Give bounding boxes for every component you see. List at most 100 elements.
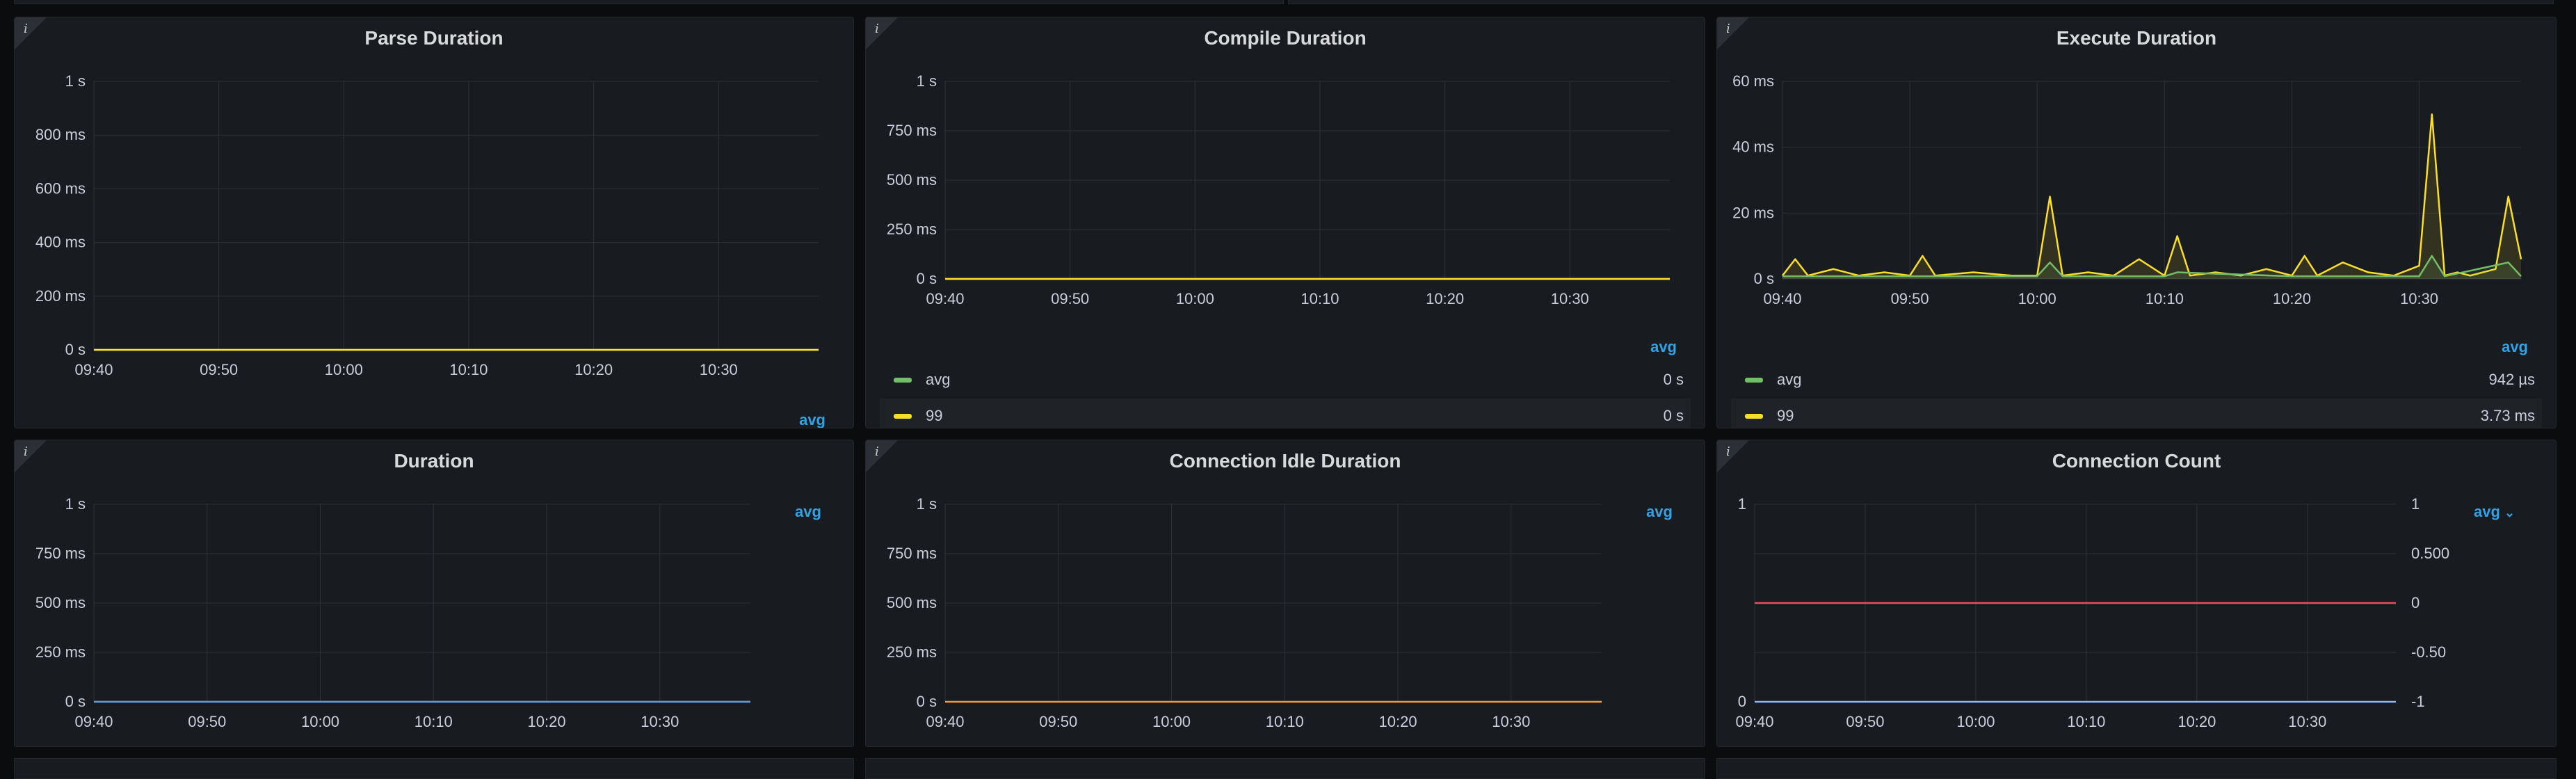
x-tick-label: 09:40 [74, 713, 113, 730]
panel-below-1 [14, 758, 854, 779]
y-tick-label: 60 ms [1732, 72, 1774, 90]
y-tick-label-right: -1 [2411, 693, 2425, 710]
panel-execute-duration[interactable]: i Execute Duration 0 s 20 ms 40 ms 60 ms 09:… [1716, 17, 2557, 428]
legend-sort-avg[interactable]: avg [1646, 503, 1673, 521]
x-tick-label: 10:10 [2067, 713, 2105, 730]
x-tick-label: 10:10 [1266, 713, 1304, 730]
panel-below-3 [1716, 758, 2557, 779]
chart-svg: 0 s 250 ms 500 ms 750 ms 1 s 09:40 09:50 10:00 1… [35, 495, 750, 730]
legend-series-name: avg [926, 371, 951, 388]
x-tick-label: 09:50 [1891, 290, 1929, 307]
y-tick-label: 250 ms [35, 643, 86, 661]
legend-swatch [894, 413, 912, 419]
x-tick-label: 10:20 [1379, 713, 1417, 730]
y-tick-label: 750 ms [887, 122, 937, 139]
chart-svg: 0 s 250 ms 500 ms 750 ms 1 s 09:40 09:50 10:00 1… [887, 495, 1602, 730]
legend-series-value: 3.73 ms [2480, 407, 2535, 424]
y-tick-label: 0 s [917, 270, 937, 287]
y-tick-label: 500 ms [887, 171, 937, 188]
y-tick-label-right: 0 [2411, 594, 2420, 611]
panel-compile-duration[interactable]: i Compile Duration 0 s 250 ms 500 ms 750 ms… [865, 17, 1705, 428]
duration-chart[interactable]: 0 s 250 ms 500 ms 750 ms 1 s 09:40 09:50 10:00 1… [15, 440, 853, 746]
y-tick-label: 0 s [65, 693, 86, 710]
legend-sort-avg[interactable]: avg ⌄ [2474, 503, 2515, 521]
legend-sort-label: avg [2474, 503, 2500, 520]
x-tick-label: 10:00 [1176, 290, 1214, 307]
legend-row-99[interactable]: 99 0 s [880, 399, 1691, 428]
x-tick-label: 10:00 [2018, 290, 2056, 307]
x-tick-label: 10:10 [1301, 290, 1339, 307]
x-tick-label: 10:20 [1426, 290, 1464, 307]
x-tick-label: 10:30 [2400, 290, 2438, 307]
x-tick-label: 09:50 [1051, 290, 1089, 307]
legend-row-avg[interactable]: avg 942 µs [1731, 362, 2542, 397]
y-tick-label: 0 s [1754, 270, 1774, 287]
chevron-down-icon: ⌄ [2504, 506, 2515, 520]
y-tick-label: 1 [1738, 495, 1746, 513]
legend-row-99[interactable]: 99 3.73 ms [1731, 399, 2542, 428]
connection-count-chart[interactable]: 0 1 -1 -0.50 0 0.500 1 09:40 09:50 10:00 10:10 10:2… [1717, 440, 2556, 746]
panel-above-left [14, 0, 1284, 4]
parse-duration-chart[interactable]: 0 s 200 ms 400 ms 600 ms 800 ms 1 s 09:40 09:50… [15, 17, 853, 428]
panel-above-right [1288, 0, 2554, 4]
legend-series-value: 942 µs [2488, 371, 2536, 388]
legend-sort-avg[interactable]: avg [2502, 338, 2528, 356]
y-tick-label-right: 1 [2411, 495, 2420, 513]
x-tick-label: 09:50 [1039, 713, 1077, 730]
panel-duration[interactable]: i Duration 0 s 250 ms 500 ms 750 ms 1 s 09:40… [14, 440, 854, 747]
y-tick-label: 750 ms [887, 545, 937, 562]
x-tick-label: 09:50 [188, 713, 226, 730]
x-tick-label: 09:40 [74, 361, 113, 378]
x-tick-label: 10:10 [449, 361, 488, 378]
x-tick-label: 10:20 [528, 713, 566, 730]
y-tick-label: 800 ms [35, 126, 86, 143]
x-tick-label: 10:30 [700, 361, 738, 378]
legend-series-name: 99 [926, 407, 943, 424]
y-tick-label: 1 s [917, 72, 937, 90]
x-tick-label: 10:10 [414, 713, 453, 730]
y-tick-label: 0 s [65, 341, 86, 358]
legend-sort-avg[interactable]: avg [799, 411, 826, 428]
y-tick-label: 0 [1738, 693, 1746, 710]
x-tick-label: 10:00 [1956, 713, 1995, 730]
x-tick-label: 09:40 [926, 290, 964, 307]
x-tick-label: 10:20 [2177, 713, 2216, 730]
panel-connection-idle-duration[interactable]: i Connection Idle Duration 0 s 250 ms 500 … [865, 440, 1705, 747]
legend-sort-avg[interactable]: avg [795, 503, 821, 521]
x-tick-label: 10:30 [641, 713, 679, 730]
legend-series-name: avg [1777, 371, 1802, 388]
y-tick-label: 400 ms [35, 234, 86, 251]
x-tick-label: 09:40 [1735, 713, 1773, 730]
connection-idle-duration-chart[interactable]: 0 s 250 ms 500 ms 750 ms 1 s 09:40 09:50 10:00 1… [866, 440, 1705, 746]
series-area-99 [1782, 114, 2521, 279]
x-tick-label: 10:30 [2288, 713, 2326, 730]
y-tick-label: 250 ms [887, 220, 937, 238]
y-tick-label: 1 s [65, 495, 86, 513]
x-tick-label: 09:50 [200, 361, 238, 378]
y-tick-label: 0 s [917, 693, 937, 710]
panel-connection-count[interactable]: i Connection Count 0 1 -1 -0.50 0 0.500 1 09:40… [1716, 440, 2557, 747]
y-tick-label: 250 ms [887, 643, 937, 661]
legend-series-value: 0 s [1663, 371, 1684, 388]
x-tick-label: 10:20 [2273, 290, 2311, 307]
x-tick-label: 10:10 [2146, 290, 2184, 307]
x-tick-label: 10:30 [1492, 713, 1530, 730]
legend-swatch [1745, 377, 1763, 383]
legend-swatch [894, 377, 912, 383]
legend-series-name: 99 [1777, 407, 1794, 424]
y-tick-label: 20 ms [1732, 204, 1774, 221]
legend-row-avg[interactable]: avg 0 s [880, 362, 1691, 397]
x-tick-label: 09:40 [926, 713, 964, 730]
x-tick-label: 10:00 [325, 361, 363, 378]
y-tick-label-right: -0.50 [2411, 643, 2446, 661]
y-tick-label: 500 ms [35, 594, 86, 611]
panel-parse-duration[interactable]: i Parse Duration 0 s 200 ms 400 ms 600 ms 80… [14, 17, 854, 428]
x-tick-label: 10:30 [1551, 290, 1589, 307]
y-tick-label: 1 s [917, 495, 937, 513]
y-tick-label: 200 ms [35, 287, 86, 305]
series-line-99 [1782, 113, 2522, 277]
x-tick-label: 10:00 [301, 713, 339, 730]
legend-swatch [1745, 413, 1763, 419]
panel-below-2 [865, 758, 1705, 779]
legend-sort-avg[interactable]: avg [1650, 338, 1677, 356]
